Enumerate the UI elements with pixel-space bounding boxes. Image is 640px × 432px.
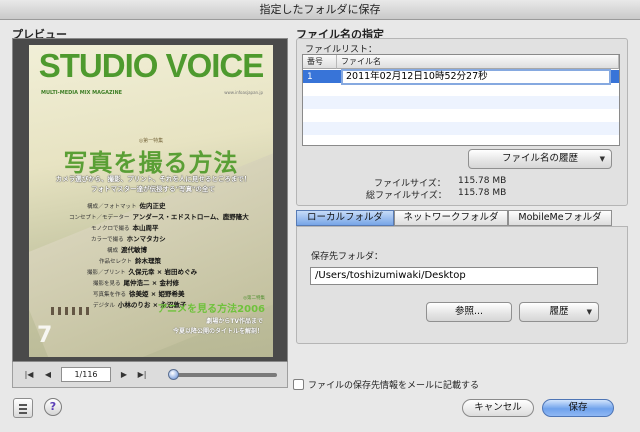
mail-info-checkbox-label[interactable]: ファイルの保存先情報をメールに記載する	[308, 378, 479, 391]
tab-network-folder[interactable]: ネットワークフォルダ	[394, 210, 508, 226]
zoom-slider-knob[interactable]	[168, 369, 179, 380]
preview-navigation-bar: |◀ ◀ 1/116 ▶ ▶|	[12, 362, 288, 388]
next-page-button[interactable]: ▶	[118, 369, 130, 381]
mail-info-checkbox[interactable]	[293, 379, 304, 390]
cover-credit: 写真集を作る 徐美姫 × 姫野希美	[93, 288, 185, 298]
cover-credit-name: 本山周平	[132, 224, 159, 232]
cancel-button[interactable]: キャンセル	[462, 399, 534, 417]
tab-mobileme-folder[interactable]: MobileMeフォルダ	[508, 210, 612, 226]
cover-credit: 構成 渡代敏博	[107, 244, 147, 254]
cover-issue-number: 7	[37, 323, 53, 348]
cover-credit-role: モノクロで撮る	[91, 226, 130, 232]
cover-credit-name: 渡代敏博	[121, 246, 148, 254]
column-header-filename[interactable]: ファイル名	[337, 55, 619, 69]
magazine-cover-image: STUDIO VOICE MULTI-MEDIA MIX MAGAZINE ww…	[29, 45, 273, 357]
dropdown-arrow-icon: ▼	[586, 308, 592, 316]
cover-credit-name: 徐美姫 × 姫野希美	[129, 290, 185, 298]
cover-credit-role: 写真集を作る	[93, 292, 127, 298]
preview-area: STUDIO VOICE MULTI-MEDIA MIX MAGAZINE ww…	[12, 38, 288, 362]
destination-tabs: ローカルフォルダ ネットワークフォルダ MobileMeフォルダ	[296, 210, 612, 226]
destination-folder-label: 保存先フォルダ：	[311, 252, 384, 262]
cover-lead: カメラ選びから、撮影、プリント、それを人に見せるところまで！ フォトマスター達が…	[43, 174, 263, 194]
window-title: 指定したフォルダに保存	[0, 0, 640, 20]
first-page-button[interactable]: |◀	[23, 369, 35, 381]
table-row-empty	[303, 83, 619, 96]
file-size-value: 115.78 MB	[458, 176, 507, 186]
cover-magazine-title: STUDIO VOICE	[38, 47, 265, 84]
list-icon	[19, 404, 27, 406]
cover-credit-role: デジタル	[93, 303, 115, 309]
folder-history-button[interactable]: 履歴 ▼	[519, 302, 599, 322]
save-button[interactable]: 保存	[542, 399, 614, 417]
table-row-empty	[303, 109, 619, 122]
filename-group: ファイルリスト： 番号 ファイル名 1 2011年02月12日10時52分27秒…	[296, 38, 628, 206]
help-button[interactable]: ?	[44, 398, 62, 416]
cover-photo-figures	[51, 307, 91, 315]
total-size-label: 総ファイルサイズ：	[366, 191, 447, 201]
cover-second-lead-1: 劇場からTV作品まで	[206, 318, 263, 325]
column-header-index[interactable]: 番号	[303, 55, 337, 69]
cover-lead-line-2: フォトマスター達が伝授する"写真"の全て	[91, 185, 215, 193]
cover-credit: 撮影を見る 尾仲浩二 × 金村修	[93, 277, 179, 287]
zoom-slider[interactable]	[168, 369, 277, 380]
cover-credit: 撮影／プリント 久保元幸 × 岩田めぐみ	[87, 266, 197, 276]
row-index-cell: 1	[307, 72, 313, 82]
cover-credit-name: 久保元幸 × 岩田めぐみ	[128, 268, 198, 276]
table-row[interactable]: 1 2011年02月12日10時52分27秒	[303, 69, 619, 85]
cover-credit-name: 鈴木理策	[135, 257, 162, 265]
cover-second-lead-2: 今夏以降公開のタイトルを解剖！	[172, 328, 263, 335]
cover-credit: 作品セレクト 鈴木理策	[99, 255, 161, 265]
filename-history-button[interactable]: ファイル名の履歴 ▼	[468, 149, 612, 169]
cover-credit-name: 佐内正史	[139, 202, 166, 210]
tab-local-folder[interactable]: ローカルフォルダ	[296, 210, 394, 226]
file-list-table: 番号 ファイル名 1 2011年02月12日10時52分27秒	[302, 54, 620, 146]
cover-credit-name: 尾仲浩二 × 金村修	[123, 279, 179, 287]
list-icon	[19, 408, 27, 410]
cover-credit-role: コンセプト／モデーター	[69, 215, 130, 221]
destination-tab-pane: 保存先フォルダ： /Users/toshizumiwaki/Desktop 参照…	[296, 226, 628, 344]
previous-page-button[interactable]: ◀	[42, 369, 54, 381]
table-row-empty	[303, 122, 619, 135]
dropdown-arrow-icon: ▼	[599, 155, 605, 163]
cover-credit: コンセプト／モデーター アンダース・エドストローム、鹿野隆大	[69, 211, 249, 221]
cover-credit-name: ホンマタカシ	[126, 235, 166, 243]
filename-history-label: ファイル名の履歴	[501, 153, 578, 164]
total-size-value: 115.78 MB	[458, 188, 507, 198]
cover-lead-line-1: カメラ選びから、撮影、プリント、それを人に見せるところまで！	[55, 175, 251, 183]
browse-button[interactable]: 参照...	[426, 302, 512, 322]
list-view-button[interactable]	[13, 398, 33, 418]
cover-subtitle: MULTI-MEDIA MIX MAGAZINE	[41, 90, 123, 96]
cover-url: www.infoasjapan.jp	[224, 90, 263, 95]
cover-credit-role: 撮影／プリント	[87, 270, 126, 276]
cover-credit-role: 撮影を見る	[93, 281, 121, 287]
last-page-button[interactable]: ▶|	[136, 369, 148, 381]
cover-credit-name: アンダース・エドストローム、鹿野隆大	[132, 213, 249, 221]
cover-credit-role: 作品セレクト	[99, 259, 133, 265]
cover-headline: 写真を撮る方法	[63, 149, 239, 177]
cover-credit: モノクロで撮る 本山周平	[91, 222, 159, 232]
table-row-empty	[303, 96, 619, 109]
cover-credit: カラーで撮る ホンマタカシ	[91, 233, 166, 243]
destination-folder-field[interactable]: /Users/toshizumiwaki/Desktop	[310, 267, 598, 285]
cover-credit-role: カラーで撮る	[91, 237, 124, 243]
folder-history-label: 履歴	[549, 306, 569, 317]
cover-credit-role: 構成	[107, 248, 119, 254]
cover-credit: 構成／フォトマット 佐内正史	[87, 200, 166, 210]
cover-second-headline: アニメを見る方法2006	[157, 304, 265, 315]
cover-credit-role: 構成／フォトマット	[87, 204, 137, 210]
page-number-field[interactable]: 1/116	[61, 367, 111, 382]
list-icon	[19, 412, 27, 414]
